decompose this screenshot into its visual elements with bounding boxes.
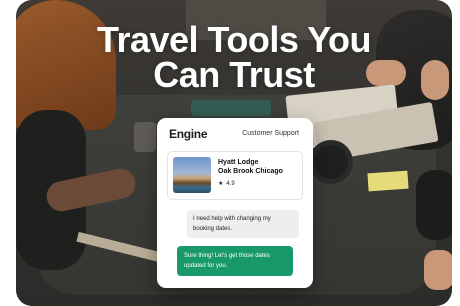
hotel-thumbnail: [173, 157, 211, 193]
hotel-rating: ★ 4.9: [218, 180, 235, 187]
customer-support-label: Customer Support: [242, 130, 299, 137]
headline-line-1: Travel Tools You: [96, 19, 372, 60]
background-glass: [134, 122, 156, 152]
engine-logo[interactable]: Engine: [169, 127, 208, 141]
rating-value: 4.9: [226, 181, 235, 187]
background-hand: [424, 250, 452, 290]
background-tray: [191, 100, 271, 116]
background-coffee-cup: [314, 145, 348, 179]
hero-headline: Travel Tools You Can Trust: [16, 19, 452, 95]
agent-message-bubble: Sure thing! Let's get those dates update…: [177, 246, 293, 276]
hotel-card[interactable]: Hyatt Lodge Oak Brook Chicago ★ 4.9: [167, 151, 303, 200]
star-icon: ★: [218, 181, 224, 187]
user-message-bubble: I need help with changing my booking dat…: [187, 210, 299, 238]
hotel-name-line-2: Oak Brook Chicago: [218, 168, 283, 175]
hotel-name-line-1: Hyatt Lodge: [218, 159, 259, 166]
hotel-name: Hyatt Lodge Oak Brook Chicago: [218, 158, 308, 176]
support-chat-card: Engine Customer Support Hyatt Lodge Oak …: [157, 118, 313, 288]
headline-line-2: Can Trust: [153, 54, 315, 95]
background-person-lower-right: [416, 170, 452, 240]
background-sticky-note: [367, 170, 409, 192]
